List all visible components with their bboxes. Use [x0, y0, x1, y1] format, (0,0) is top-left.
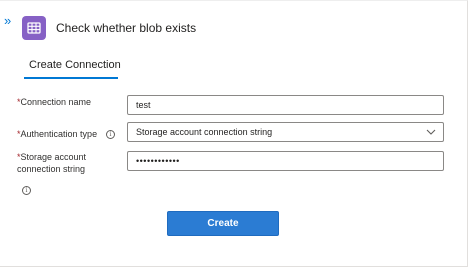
create-button[interactable]: Create	[167, 211, 279, 236]
authentication-type-value: Storage account connection string	[136, 127, 273, 137]
storage-connection-string-input[interactable]: ••••••••••••	[127, 151, 444, 171]
storage-connection-string-label: *Storage account	[17, 152, 86, 163]
action-title: Check whether blob exists	[56, 21, 197, 35]
connection-name-input[interactable]: test	[127, 95, 444, 115]
connection-name-label-text: Connection name	[20, 97, 92, 107]
info-icon[interactable]: i	[22, 186, 31, 195]
storage-connection-string-label-line2: connection string	[17, 164, 86, 174]
storage-blob-icon	[22, 16, 46, 40]
storage-connection-string-label-line1: Storage account	[20, 152, 87, 162]
connection-panel: » Check whether blob exists Create Conne…	[0, 0, 468, 267]
collapse-panel-icon[interactable]: »	[4, 14, 18, 28]
tab-create-connection[interactable]: Create Connection	[29, 58, 121, 72]
connection-name-label: *Connection name	[17, 97, 91, 108]
info-icon[interactable]: i	[106, 130, 115, 139]
tab-selected-indicator	[24, 77, 118, 79]
authentication-type-dropdown[interactable]: Storage account connection string	[127, 122, 444, 142]
chevron-down-icon	[426, 129, 436, 135]
authentication-type-label-text: Authentication type	[20, 129, 98, 139]
authentication-type-label: *Authentication type	[17, 129, 97, 140]
storage-blob-glyph	[27, 22, 41, 34]
